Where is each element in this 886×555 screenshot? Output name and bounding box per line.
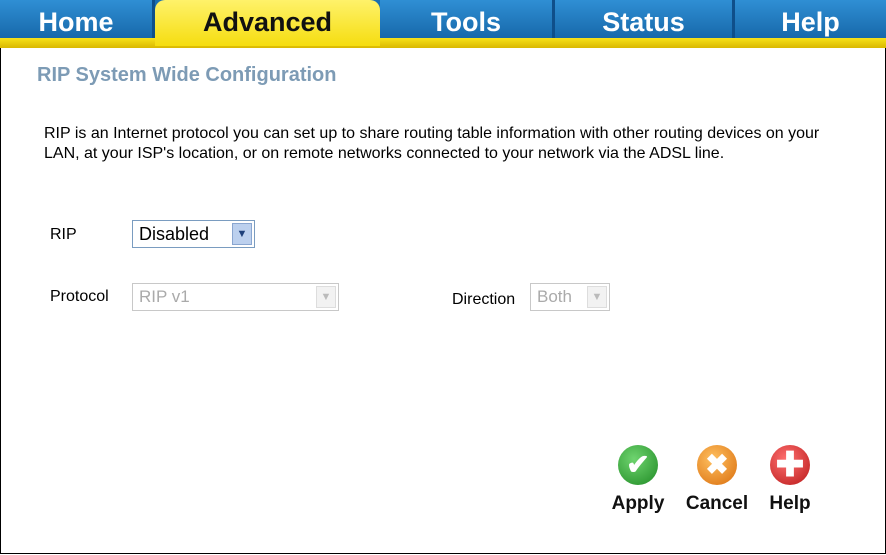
direction-select-value: Both — [537, 287, 572, 306]
cancel-label: Cancel — [685, 493, 749, 514]
tab-status[interactable]: Status — [555, 0, 735, 40]
protocol-select-value: RIP v1 — [139, 287, 190, 306]
help-label: Help — [769, 493, 811, 514]
page-description: RIP is an Internet protocol you can set … — [44, 125, 820, 162]
tab-home[interactable]: Home — [0, 0, 155, 40]
tab-help[interactable]: Help — [735, 0, 886, 40]
tab-underline — [0, 38, 886, 48]
rip-select-value: Disabled — [139, 224, 210, 244]
nav-tabs: Home Tools Status Help — [0, 0, 886, 40]
tab-tools[interactable]: Tools — [380, 0, 555, 40]
chevron-down-icon[interactable]: ▼ — [316, 286, 336, 308]
cancel-button[interactable]: ✖ Cancel — [680, 445, 754, 515]
chevron-down-icon[interactable]: ▼ — [587, 286, 607, 308]
protocol-label: Protocol — [50, 288, 109, 305]
plus-icon: ✚ — [770, 445, 810, 485]
apply-button[interactable]: ✔ Apply — [606, 445, 670, 515]
rip-label: RIP — [50, 226, 77, 243]
direction-label: Direction — [452, 291, 516, 308]
x-icon: ✖ — [697, 445, 737, 485]
help-button[interactable]: ✚ Help — [762, 445, 818, 515]
chevron-down-icon[interactable]: ▼ — [232, 223, 252, 245]
direction-select[interactable]: Both ▼ — [530, 283, 610, 311]
apply-label: Apply — [611, 493, 665, 514]
tab-advanced[interactable]: Advanced — [155, 0, 380, 46]
page-title: RIP System Wide Configuration — [37, 64, 337, 86]
rip-select[interactable]: Disabled ▼ — [132, 220, 255, 248]
protocol-select[interactable]: RIP v1 ▼ — [132, 283, 339, 311]
check-icon: ✔ — [618, 445, 658, 485]
